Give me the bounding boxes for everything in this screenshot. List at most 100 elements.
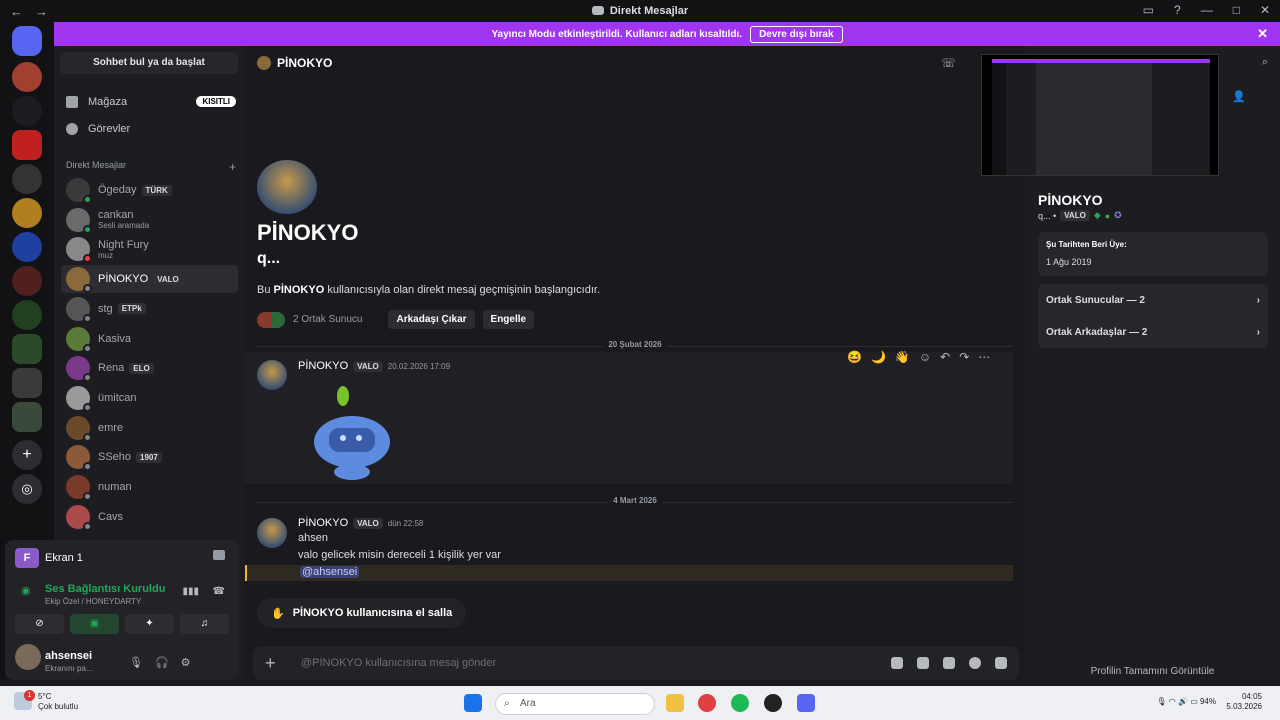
dm-item[interactable]: PİNOKYO VALO	[61, 265, 238, 294]
wifi-icon[interactable]: ◠	[1169, 697, 1176, 706]
dm-item[interactable]: cankan Sesli aramada	[61, 206, 238, 234]
avatar[interactable]	[15, 644, 41, 670]
store-link[interactable]: Mağaza KISITLI	[66, 92, 236, 112]
app-icon[interactable]	[764, 694, 782, 712]
find-conversation-button[interactable]: Sohbet bul ya da başlat	[60, 52, 238, 74]
more-options-icon[interactable]: ⋯	[978, 350, 990, 364]
discord-taskbar-icon[interactable]	[797, 694, 815, 712]
profile-avatar-large[interactable]	[257, 160, 317, 214]
message-input[interactable]	[301, 657, 891, 669]
call-icon[interactable]: ☏	[941, 56, 956, 70]
guild-tag[interactable]: VALO	[353, 517, 383, 529]
apps-icon[interactable]	[995, 657, 1007, 669]
server-icon[interactable]	[12, 300, 42, 330]
gift-icon[interactable]	[891, 657, 903, 669]
battery-icon[interactable]: ▭	[1190, 697, 1198, 706]
reply-icon[interactable]: ↶	[940, 350, 950, 364]
disable-streamer-mode-button[interactable]: Devre dışı bırak	[750, 25, 843, 43]
user-mention[interactable]: @ahsensei	[300, 566, 360, 578]
add-reaction-icon[interactable]: ☺	[919, 350, 931, 364]
mutual-servers-row[interactable]: Ortak Sunucular — 2 ›	[1038, 284, 1268, 316]
server-folder-icon[interactable]	[12, 368, 42, 398]
dm-item[interactable]: Rena ELO	[61, 354, 238, 383]
voice-status[interactable]: Ses Bağlantısı Kuruldu	[45, 583, 165, 595]
badge-icon[interactable]: ◆	[1094, 210, 1101, 221]
dm-item[interactable]: Night Fury muz	[61, 235, 238, 264]
soundboard-icon[interactable]: ♫	[180, 614, 229, 634]
search-icon[interactable]: ⌕	[1262, 56, 1268, 69]
taskbar-search[interactable]: ⌕ Ara	[495, 693, 655, 715]
settings-gear-icon[interactable]: ⚙	[181, 656, 191, 669]
file-explorer-icon[interactable]	[666, 694, 684, 712]
mutual-friends-row[interactable]: Ortak Arkadaşlar — 2 ›	[1038, 316, 1268, 348]
server-icon[interactable]	[12, 62, 42, 92]
dm-item[interactable]: emre	[61, 414, 238, 442]
voice-channel[interactable]: Ekip Özel / HONEYDARTY	[45, 597, 141, 606]
block-button[interactable]: Engelle	[482, 310, 535, 329]
activities-icon[interactable]: ✦	[125, 614, 174, 634]
headphone-icon[interactable]: 🎧	[155, 656, 169, 669]
add-server-icon[interactable]: +	[12, 440, 42, 470]
dm-item[interactable]: stg ETPk	[61, 295, 238, 323]
view-full-profile-link[interactable]: Profilin Tamamını Görüntüle	[1025, 666, 1280, 677]
explore-icon[interactable]: ◎	[12, 474, 42, 504]
badge-icon[interactable]: ✪	[1114, 210, 1122, 221]
reaction-wave-icon[interactable]: 👋	[895, 350, 910, 364]
message-author[interactable]: PİNOKYO	[298, 517, 348, 529]
windows-start-icon[interactable]	[464, 694, 482, 712]
server-icon[interactable]	[12, 232, 42, 262]
server-folder-icon[interactable]	[12, 402, 42, 432]
server-icon[interactable]	[12, 198, 42, 228]
message-avatar[interactable]	[257, 518, 287, 548]
server-icon[interactable]	[12, 130, 42, 160]
mutual-servers-link[interactable]: 2 Ortak Sunucu	[293, 314, 362, 325]
badge-icon[interactable]: ●	[1105, 211, 1110, 221]
message-avatar[interactable]	[257, 360, 287, 390]
screen-share-active-icon[interactable]: ▣	[70, 614, 119, 634]
discord-home-icon[interactable]	[12, 26, 42, 56]
spotify-icon[interactable]	[731, 694, 749, 712]
quests-link[interactable]: Görevler	[66, 119, 236, 139]
message[interactable]: PİNOKYO VALO 20.02.2026 17:09 😆 🌙 👋 ☺ ↶ …	[245, 350, 1013, 484]
noise-suppression-icon[interactable]: ▮▮▮	[182, 586, 199, 597]
microphone-icon[interactable]: 🎙	[129, 656, 143, 669]
server-icon[interactable]	[12, 266, 42, 296]
reaction-moon-icon[interactable]: 🌙	[871, 350, 886, 364]
close-window-icon[interactable]: ✕	[1260, 3, 1270, 17]
username[interactable]: ahsensei	[45, 650, 92, 662]
dm-item[interactable]: SSeho 1907	[61, 443, 238, 472]
create-dm-icon[interactable]: +	[229, 160, 236, 174]
guild-tag[interactable]: VALO	[1060, 210, 1090, 221]
chat-header-name[interactable]: PİNOKYO	[277, 56, 332, 70]
message[interactable]: PİNOKYO VALO dün 22:58 ahsen valo gelice…	[245, 510, 1013, 584]
volume-icon[interactable]: 🔊	[1178, 697, 1188, 706]
chrome-icon[interactable]	[698, 694, 716, 712]
wumpus-sticker[interactable]	[307, 382, 407, 482]
wave-button[interactable]: ✋ PİNOKYO kullanıcısına el salla	[257, 598, 467, 628]
inbox-icon[interactable]: ▭	[1143, 3, 1154, 17]
attach-plus-icon[interactable]: +	[265, 653, 289, 674]
server-icon[interactable]	[12, 164, 42, 194]
dm-item[interactable]: Ögeday TÜRK	[61, 176, 238, 204]
remove-friend-button[interactable]: Arkadaşı Çıkar	[388, 310, 475, 329]
popout-icon[interactable]	[213, 550, 225, 560]
folder-icon[interactable]	[12, 96, 42, 126]
dm-item[interactable]: Kasiva	[61, 325, 238, 353]
reaction-smile-icon[interactable]: 😆	[847, 350, 862, 364]
emoji-icon[interactable]	[969, 657, 981, 669]
close-banner-icon[interactable]: ✕	[1257, 26, 1268, 42]
maximize-icon[interactable]: □	[1233, 3, 1240, 17]
guild-tag[interactable]: VALO	[353, 360, 383, 372]
dm-item[interactable]: ümitcan	[61, 384, 238, 412]
gif-icon[interactable]	[917, 657, 929, 669]
message-author[interactable]: PİNOKYO	[298, 360, 348, 372]
add-friend-icon[interactable]: 👤	[1232, 90, 1246, 103]
sticker-icon[interactable]	[943, 657, 955, 669]
disconnect-icon[interactable]: ☎	[213, 586, 225, 597]
server-folder-icon[interactable]	[12, 334, 42, 364]
minimize-icon[interactable]: —	[1201, 3, 1213, 17]
screen-share-preview[interactable]	[981, 54, 1219, 176]
camera-off-icon[interactable]: ⊘	[15, 614, 64, 634]
microphone-tray-icon[interactable]: 🎙	[1156, 697, 1166, 706]
dm-item[interactable]: numan	[61, 473, 238, 501]
